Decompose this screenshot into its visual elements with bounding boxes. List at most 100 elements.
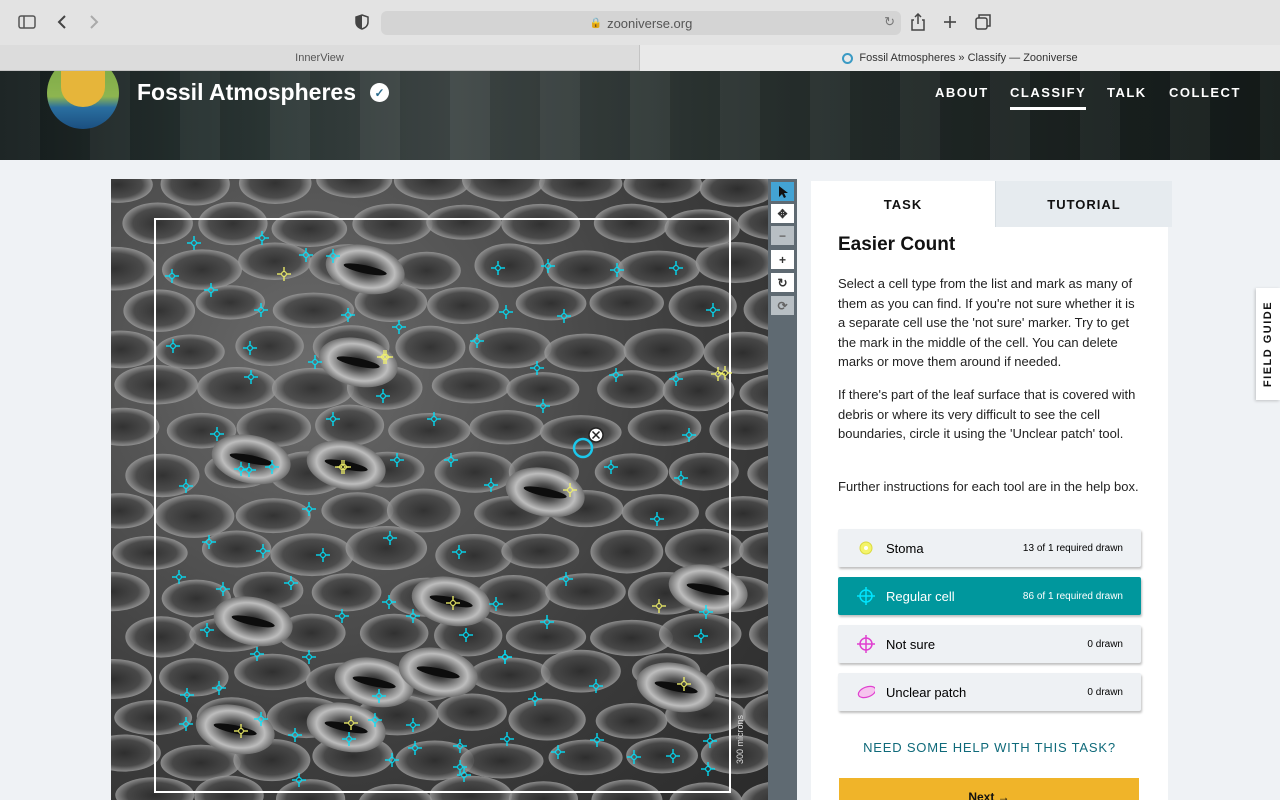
epidermal-cell bbox=[508, 698, 586, 741]
privacy-shield-icon[interactable] bbox=[350, 11, 374, 33]
epidermal-cell bbox=[431, 367, 511, 404]
epidermal-cell bbox=[238, 242, 312, 281]
project-title[interactable]: Fossil Atmospheres ✓ bbox=[137, 79, 389, 106]
zoom-in-icon[interactable]: + bbox=[771, 250, 794, 269]
zoom-out-icon[interactable]: − bbox=[771, 226, 794, 245]
task-panel: TASK TUTORIAL Easier Count Select a cell… bbox=[811, 181, 1172, 800]
tab-fossil-atmospheres[interactable]: Fossil Atmospheres » Classify — Zooniver… bbox=[640, 45, 1280, 71]
tool-stoma[interactable]: Stoma 13 of 1 required drawn bbox=[838, 529, 1141, 567]
epidermal-cell bbox=[393, 179, 471, 201]
subject-image[interactable]: 300 microns bbox=[111, 179, 768, 800]
tool-unclear-patch[interactable]: Unclear patch 0 drawn bbox=[838, 673, 1141, 711]
epidermal-cell bbox=[695, 242, 768, 284]
address-bar[interactable]: 🔒 zooniverse.org ↻ bbox=[381, 11, 901, 35]
scale-bar-label: 300 microns bbox=[735, 714, 745, 764]
tool-regular-cell[interactable]: Regular cell 86 of 1 required drawn bbox=[838, 577, 1141, 615]
epidermal-cell bbox=[111, 571, 150, 612]
tool-not-sure[interactable]: Not sure 0 drawn bbox=[838, 625, 1141, 663]
epidermal-cell bbox=[315, 404, 385, 446]
epidermal-cell bbox=[508, 781, 578, 800]
tool-count: 0 drawn bbox=[1087, 686, 1123, 698]
epidermal-cell bbox=[311, 573, 382, 612]
reload-icon[interactable]: ↻ bbox=[884, 14, 895, 30]
ellipse-icon bbox=[857, 683, 875, 701]
epidermal-cell bbox=[114, 364, 198, 405]
epidermal-cell bbox=[469, 410, 544, 445]
epidermal-cell bbox=[238, 179, 312, 205]
epidermal-cell bbox=[593, 203, 669, 243]
help-link[interactable]: NEED SOME HELP WITH THIS TASK? bbox=[838, 740, 1141, 755]
epidermal-cell bbox=[709, 409, 768, 451]
pointer-icon[interactable] bbox=[771, 182, 794, 201]
task-title: Easier Count bbox=[838, 234, 956, 255]
back-icon[interactable] bbox=[50, 11, 74, 33]
epidermal-cell bbox=[540, 649, 621, 693]
epidermal-cell bbox=[435, 533, 513, 578]
move-icon[interactable]: ✥ bbox=[771, 204, 794, 223]
task-instructions: Select a cell type from the list and mar… bbox=[838, 276, 1135, 369]
lock-icon: 🔒 bbox=[589, 17, 603, 29]
epidermal-cell bbox=[427, 287, 499, 325]
tab-innerview[interactable]: InnerView bbox=[0, 45, 640, 71]
epidermal-cell bbox=[111, 179, 153, 203]
project-logo[interactable] bbox=[47, 71, 119, 129]
tool-count: 13 of 1 required drawn bbox=[1022, 542, 1123, 554]
regular-cell-mark[interactable] bbox=[499, 305, 513, 319]
epidermal-cell bbox=[122, 202, 193, 245]
epidermal-cell bbox=[742, 693, 768, 736]
epidermal-cell bbox=[275, 779, 346, 800]
nav-collect[interactable]: COLLECT bbox=[1169, 85, 1241, 100]
tab-task[interactable]: TASK bbox=[811, 181, 995, 227]
next-button[interactable]: Next → bbox=[839, 778, 1139, 800]
new-tab-icon[interactable] bbox=[938, 11, 962, 33]
epidermal-cell bbox=[271, 210, 348, 248]
epidermal-cell bbox=[589, 285, 664, 321]
subject-image-viewer[interactable]: 300 microns bbox=[111, 179, 768, 800]
rotate-icon[interactable]: ↻ bbox=[771, 273, 794, 292]
tool-count: 86 of 1 required drawn bbox=[1022, 590, 1123, 602]
epidermal-cell bbox=[111, 493, 155, 529]
epidermal-cell bbox=[112, 535, 188, 570]
epidermal-cell bbox=[114, 700, 193, 736]
epidermal-cell bbox=[505, 619, 587, 655]
regular-cell-mark[interactable] bbox=[187, 236, 201, 250]
epidermal-cell bbox=[668, 285, 737, 327]
image-toolbar: ✥ − + ↻ ⟳ bbox=[768, 179, 797, 800]
epidermal-cell bbox=[548, 739, 623, 776]
epidermal-cell bbox=[501, 533, 580, 569]
tab-overview-icon[interactable] bbox=[971, 11, 995, 33]
epidermal-cell bbox=[359, 613, 429, 653]
epidermal-cell bbox=[623, 179, 703, 203]
task-instructions: If there's part of the leaf surface that… bbox=[838, 387, 1136, 441]
epidermal-cell bbox=[426, 204, 502, 240]
epidermal-cell bbox=[545, 573, 626, 610]
nav-classify[interactable]: CLASSIFY bbox=[1010, 85, 1087, 110]
epidermal-cell bbox=[539, 179, 623, 202]
crosshair-icon bbox=[857, 635, 875, 653]
share-icon[interactable] bbox=[906, 11, 930, 33]
tab-label: Fossil Atmospheres » Classify — Zooniver… bbox=[859, 52, 1078, 64]
epidermal-cell bbox=[111, 330, 158, 369]
browser-toolbar: 🔒 zooniverse.org ↻ bbox=[0, 0, 1280, 45]
regular-cell-mark[interactable] bbox=[392, 320, 406, 334]
tab-tutorial[interactable]: TUTORIAL bbox=[995, 181, 1172, 227]
epidermal-cell bbox=[111, 407, 160, 446]
tool-name: Regular cell bbox=[886, 588, 955, 604]
epidermal-cell bbox=[474, 243, 544, 288]
field-guide-tab[interactable]: FIELD GUIDE bbox=[1256, 288, 1280, 400]
epidermal-cell bbox=[272, 292, 355, 329]
field-guide-label: FIELD GUIDE bbox=[1262, 300, 1275, 388]
epidermal-cell bbox=[705, 496, 768, 532]
epidermal-cell bbox=[664, 528, 744, 570]
epidermal-cell bbox=[501, 203, 581, 245]
nav-about[interactable]: ABOUT bbox=[935, 85, 989, 100]
reset-icon[interactable]: ⟳ bbox=[771, 296, 794, 315]
epidermal-cell bbox=[235, 498, 311, 534]
epidermal-cell bbox=[197, 367, 278, 409]
forward-icon[interactable] bbox=[82, 11, 106, 33]
nav-talk[interactable]: TALK bbox=[1107, 85, 1147, 100]
epidermal-cell bbox=[539, 415, 622, 450]
sidebar-toggle-icon[interactable] bbox=[15, 11, 39, 33]
epidermal-cell bbox=[316, 179, 393, 198]
epidermal-cell bbox=[161, 249, 242, 290]
